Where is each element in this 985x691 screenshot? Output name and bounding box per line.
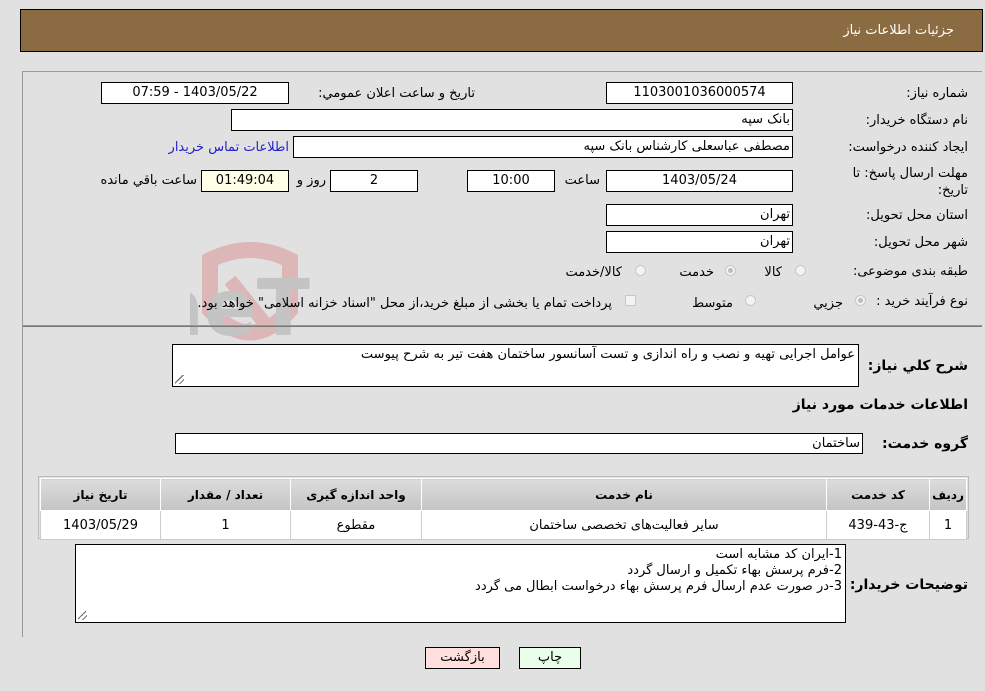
table-row: 1 ج-43-439 سایر فعالیت‌های تخصصی ساختمان… — [40, 510, 967, 540]
col-service-name: نام خدمت — [421, 478, 827, 511]
resize-grip-icon[interactable] — [175, 375, 184, 384]
announce-datetime-label: تاریخ و ساعت اعلان عمومي: — [318, 86, 475, 101]
buyer-note-line: 1-ایران کد مشابه است — [715, 547, 842, 562]
deadline-time-label: ساعت — [564, 173, 600, 188]
buyer-contact-link[interactable]: اطلاعات تماس خریدار — [169, 140, 289, 155]
process-medium-radio[interactable] — [745, 295, 756, 306]
request-creator-label: ایجاد کننده درخواست: — [848, 140, 968, 155]
services-section-title: اطلاعات خدمات مورد نیاز — [792, 397, 968, 413]
category-goods-radio[interactable] — [795, 265, 806, 276]
cell-row-number: 1 — [929, 510, 967, 540]
buyer-notes-label: توضیحات خریدار: — [849, 577, 968, 593]
need-number-label: شماره نیاز: — [906, 86, 968, 101]
category-goods-label: کالا — [764, 265, 782, 280]
buyer-note-line: 3-در صورت عدم ارسال فرم پرسش بهاء درخواس… — [475, 579, 842, 594]
need-description-label: شرح کلي نیاز: — [867, 358, 968, 374]
buyer-note-line: 2-فرم پرسش بهاء تکمیل و ارسال گردد — [627, 563, 842, 578]
province-label: استان محل تحویل: — [866, 208, 968, 223]
col-quantity: تعداد / مقدار — [160, 478, 291, 511]
remaining-time-field: 01:49:04 — [201, 170, 289, 192]
announce-datetime-field[interactable]: 1403/05/22 - 07:59 — [101, 82, 289, 104]
city-field[interactable]: تهران — [606, 231, 793, 253]
category-service-label: خدمت — [679, 265, 714, 280]
page-title: جزئیات اطلاعات نیاز — [843, 23, 954, 38]
col-need-date: تاریخ نیاز — [40, 478, 161, 511]
process-minor-label: جزیي — [813, 296, 843, 311]
purchase-process-label: نوع فرآیند خرید : — [876, 294, 968, 309]
remaining-time-label: ساعت باقي مانده — [100, 173, 197, 188]
days-label: روز و — [296, 173, 326, 188]
deadline-time-field[interactable]: 10:00 — [467, 170, 555, 192]
cell-quantity: 1 — [160, 510, 291, 540]
col-service-code: کد خدمت — [826, 478, 930, 511]
resize-grip-icon[interactable] — [78, 611, 87, 620]
category-goods-service-label: کالا/خدمت — [565, 265, 622, 280]
page-header: جزئیات اطلاعات نیاز — [20, 9, 983, 52]
cell-unit: مقطوع — [290, 510, 422, 540]
cell-service-name: سایر فعالیت‌های تخصصی ساختمان — [421, 510, 827, 540]
process-minor-radio[interactable] — [855, 295, 866, 306]
back-button[interactable]: بازگشت — [425, 647, 500, 669]
deadline-date-field[interactable]: 1403/05/24 — [606, 170, 793, 192]
col-row-number: ردیف — [929, 478, 967, 511]
province-field[interactable]: تهران — [606, 204, 793, 226]
request-creator-field[interactable]: مصطفی عباسعلی کارشناس بانک سپه — [293, 136, 793, 158]
need-number-field[interactable]: 1103001036000574 — [606, 82, 793, 104]
col-unit: واحد اندازه گیری — [290, 478, 422, 511]
cell-need-date: 1403/05/29 — [40, 510, 161, 540]
deadline-date-label: تاریخ: — [937, 183, 968, 198]
need-description-text: عوامل اجرایی تهیه و نصب و راه اندازی و ت… — [360, 347, 855, 362]
service-group-label: گروه خدمت: — [882, 436, 968, 452]
print-button[interactable]: چاپ — [519, 647, 581, 669]
remaining-days-field[interactable]: 2 — [330, 170, 418, 192]
category-goods-service-radio[interactable] — [635, 265, 646, 276]
services-table: ردیف کد خدمت نام خدمت واحد اندازه گیری ت… — [40, 478, 967, 540]
service-group-field[interactable]: ساختمان — [175, 433, 863, 454]
treasury-bonds-label: پرداخت تمام یا بخشی از مبلغ خرید،از محل … — [197, 296, 612, 311]
process-medium-label: متوسط — [692, 296, 733, 311]
treasury-bonds-checkbox[interactable] — [625, 295, 636, 306]
need-description-textarea[interactable]: عوامل اجرایی تهیه و نصب و راه اندازی و ت… — [172, 344, 859, 387]
buyer-notes-textarea[interactable]: 1-ایران کد مشابه است 2-فرم پرسش بهاء تکم… — [75, 544, 846, 623]
services-table-header: ردیف کد خدمت نام خدمت واحد اندازه گیری ت… — [40, 478, 967, 511]
buyer-org-field[interactable]: بانک سپه — [231, 109, 793, 131]
buyer-org-label: نام دستگاه خریدار: — [865, 113, 968, 128]
deadline-label: مهلت ارسال پاسخ: تا — [852, 166, 968, 181]
category-label: طبقه بندی موضوعی: — [852, 264, 968, 279]
cell-service-code: ج-43-439 — [826, 510, 930, 540]
category-service-radio[interactable] — [725, 265, 736, 276]
city-label: شهر محل تحویل: — [873, 235, 968, 250]
